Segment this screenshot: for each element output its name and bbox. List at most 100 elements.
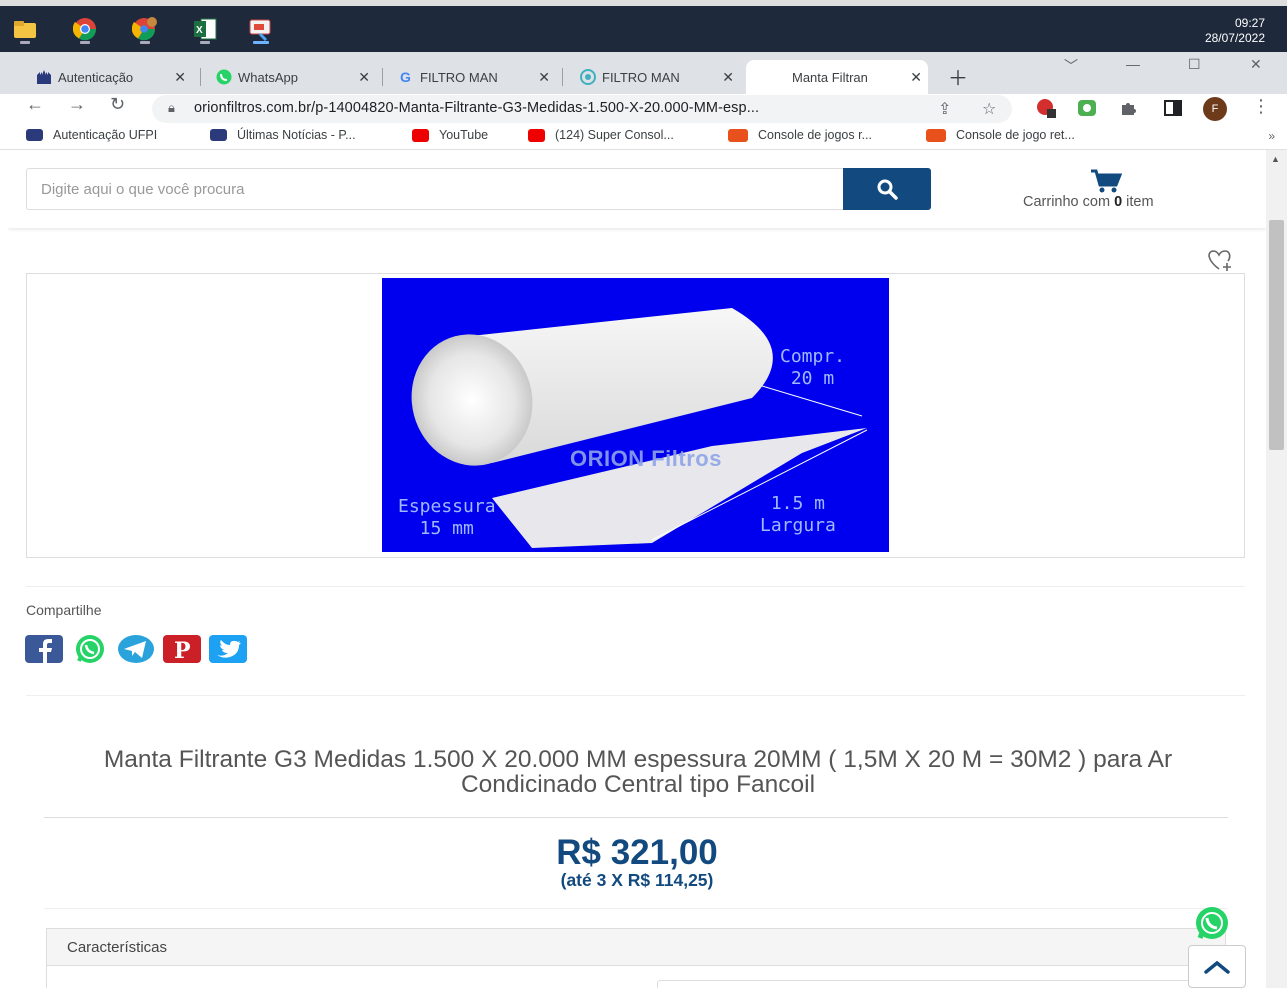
- tab-filtro-manta-orion[interactable]: FILTRO MAN ✕: [572, 60, 740, 94]
- cart-summary[interactable]: Carrinho com 0 item: [1023, 194, 1154, 210]
- maximize-button[interactable]: ☐: [1188, 56, 1201, 73]
- search-icon: [877, 179, 898, 200]
- bookmark-console-jogos[interactable]: Console de jogos r...: [728, 128, 872, 142]
- orion-icon: [580, 69, 596, 85]
- divider: [26, 695, 1245, 696]
- bookmark-super-console[interactable]: (124) Super Consol...: [528, 128, 674, 142]
- extension-green-icon[interactable]: [1075, 96, 1099, 120]
- tab-label: FILTRO MAN: [602, 69, 680, 85]
- whatsapp-icon[interactable]: [70, 634, 110, 664]
- bookmark-label: (124) Super Consol...: [555, 128, 674, 142]
- close-window-button[interactable]: ✕: [1250, 56, 1262, 73]
- bookmark-ultimas-noticias[interactable]: Últimas Notícias - P...: [210, 128, 356, 142]
- new-tab-button[interactable]: ＋: [948, 62, 968, 91]
- cart-suffix: item: [1122, 194, 1154, 210]
- page-scrollbar[interactable]: ▲: [1266, 150, 1287, 988]
- whatsapp-float-button[interactable]: [1188, 905, 1236, 943]
- share-icon[interactable]: ⇪: [938, 99, 951, 119]
- telegram-icon[interactable]: [116, 634, 156, 664]
- clock-date: 28/07/2022: [1204, 31, 1265, 45]
- bookmark-label: Console de jogos r...: [758, 128, 872, 142]
- search-input[interactable]: Digite aqui o que você procura: [26, 168, 844, 210]
- page-viewport: Digite aqui o que você procura Carrinho …: [8, 150, 1266, 988]
- svg-text:G: G: [400, 69, 411, 85]
- twitter-icon[interactable]: [208, 634, 248, 664]
- file-explorer-icon[interactable]: [8, 14, 42, 44]
- tab-autenticacao[interactable]: Autenticação ✕: [28, 60, 192, 94]
- svg-text:X: X: [196, 25, 203, 36]
- bookmark-console-jogo-retro[interactable]: Console de jogo ret...: [926, 128, 1075, 142]
- bookmark-label: YouTube: [439, 128, 489, 142]
- tab-label: WhatsApp: [238, 69, 298, 85]
- ufpi-icon: [26, 129, 43, 141]
- sidepanel-icon[interactable]: [1161, 96, 1185, 120]
- shop-icon: [926, 128, 946, 142]
- product-price: R$ 321,00: [556, 833, 718, 872]
- bookmark-label: Últimas Notícias - P...: [237, 128, 356, 142]
- url-text: orionfiltros.com.br/p-14004820-Manta-Fil…: [194, 100, 760, 116]
- chrome-icon[interactable]: [68, 14, 102, 44]
- bookmark-label: Console de jogo ret...: [956, 128, 1075, 142]
- profile-initial: F: [1211, 103, 1219, 115]
- close-icon[interactable]: ✕: [538, 69, 550, 86]
- minimize-button[interactable]: —: [1126, 56, 1140, 72]
- lock-icon[interactable]: 🔒︎: [168, 100, 175, 116]
- shop-icon: [728, 128, 748, 142]
- cart-count: 0: [1114, 194, 1123, 210]
- chrome-profile-icon[interactable]: [128, 14, 162, 44]
- tab-whatsapp[interactable]: WhatsApp ✕: [208, 60, 376, 94]
- bookmark-star-icon[interactable]: ☆: [982, 99, 996, 119]
- divider: [44, 908, 1228, 909]
- address-bar[interactable]: 🔒︎ orionfiltros.com.br/p-14004820-Manta-…: [152, 95, 1012, 123]
- image-length-label: Compr. 20 m: [780, 346, 846, 389]
- back-to-top-button[interactable]: [1188, 945, 1246, 988]
- close-icon[interactable]: ✕: [910, 69, 922, 86]
- pinterest-icon[interactable]: P: [162, 634, 202, 664]
- close-icon[interactable]: ✕: [722, 69, 734, 86]
- reload-button[interactable]: ↻: [110, 94, 125, 115]
- share-label: Compartilhe: [26, 602, 102, 618]
- facebook-icon[interactable]: [24, 634, 64, 664]
- tab-search-icon[interactable]: ﹀: [1064, 56, 1078, 76]
- ufpi-icon: [36, 69, 52, 85]
- divider: [44, 817, 1228, 818]
- back-button[interactable]: ←: [26, 94, 44, 115]
- google-icon: G: [398, 69, 414, 85]
- youtube-icon: [412, 128, 429, 142]
- product-title: Manta Filtrante G3 Medidas 1.500 X 20.00…: [103, 746, 1173, 798]
- tab-separator: [562, 68, 563, 86]
- bookmarks-bar: Autenticação UFPI Últimas Notícias - P..…: [0, 124, 1287, 150]
- chevron-up-icon: [1204, 960, 1230, 974]
- tab-manta-filtrante[interactable]: Manta Filtran ✕: [746, 60, 928, 94]
- taskbar: X 09:27 28/07/2022: [0, 6, 1287, 52]
- image-width-label: 1.5 m Largura: [760, 493, 836, 536]
- close-icon[interactable]: ✕: [358, 69, 370, 86]
- tab-label: Autenticação: [58, 69, 134, 85]
- more-bookmarks-icon[interactable]: »: [1268, 129, 1275, 143]
- bookmark-autenticacao[interactable]: Autenticação UFPI: [26, 128, 157, 142]
- features-row: [46, 966, 1226, 988]
- menu-icon[interactable]: ⋮: [1252, 96, 1270, 117]
- ufpi-icon: [210, 129, 227, 141]
- image-thickness-label: Espessura 15 mm: [398, 496, 496, 539]
- store-header: Digite aqui o que você procura Carrinho …: [8, 150, 1266, 228]
- forward-button[interactable]: →: [68, 94, 86, 115]
- close-icon[interactable]: ✕: [174, 69, 186, 86]
- bookmark-label: Autenticação UFPI: [53, 128, 158, 142]
- whatsapp-icon: [216, 69, 232, 85]
- puzzle-icon[interactable]: [1117, 96, 1141, 120]
- system-clock[interactable]: 09:27 28/07/2022: [1205, 16, 1265, 46]
- product-image[interactable]: Compr. 20 m Espessura 15 mm 1.5 m Largura O…: [382, 278, 889, 552]
- bookmark-youtube[interactable]: YouTube: [412, 128, 488, 142]
- scrollbar-thumb[interactable]: [1269, 220, 1284, 450]
- snipping-tool-icon[interactable]: [244, 14, 278, 44]
- features-panel-header[interactable]: Características: [46, 928, 1226, 966]
- extension-red-icon[interactable]: [1034, 96, 1058, 120]
- search-button[interactable]: [843, 168, 931, 210]
- youtube-icon: [528, 128, 545, 142]
- excel-icon[interactable]: X: [188, 14, 222, 44]
- profile-avatar[interactable]: F: [1203, 97, 1227, 121]
- tab-filtro-manta-google[interactable]: G FILTRO MAN ✕: [390, 60, 556, 94]
- svg-text:P: P: [174, 638, 191, 664]
- scroll-up-arrow-icon[interactable]: ▲: [1271, 154, 1280, 164]
